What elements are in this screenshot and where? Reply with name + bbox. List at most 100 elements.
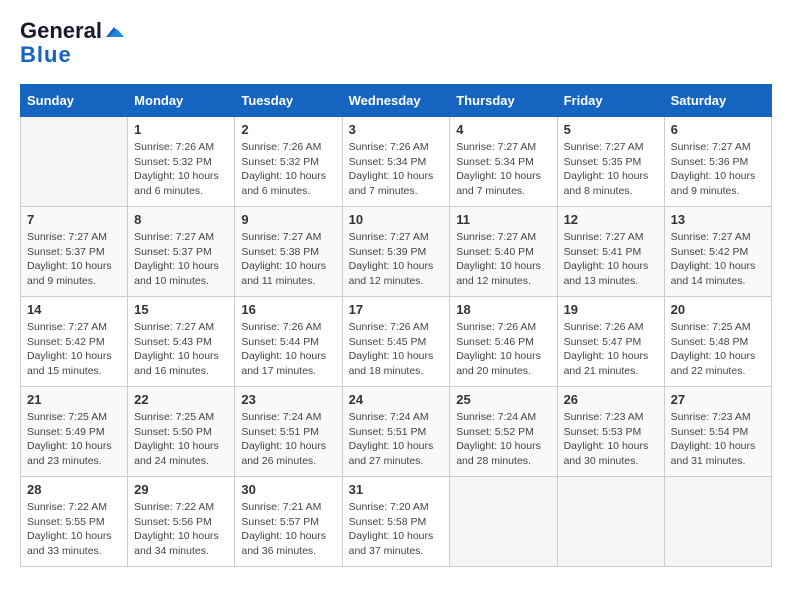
calendar-cell: 20 Sunrise: 7:25 AMSunset: 5:48 PMDayligh… xyxy=(664,297,771,387)
day-number: 21 xyxy=(27,392,121,407)
day-info: Sunrise: 7:27 AMSunset: 5:39 PMDaylight:… xyxy=(349,230,444,289)
calendar-cell: 27Sunrise: 7:23 AMSunset: 5:54 PMDayligh… xyxy=(664,387,771,477)
day-info: Sunrise: 7:25 AMSunset: 5:50 PMDaylight:… xyxy=(134,410,228,469)
calendar-cell: 5 Sunrise: 7:27 AMSunset: 5:35 PMDaylight… xyxy=(557,117,664,207)
calendar-cell: 21 Sunrise: 7:25 AMSunset: 5:49 PMDayligh… xyxy=(21,387,128,477)
calendar-header-row: SundayMondayTuesdayWednesdayThursdayFrid… xyxy=(21,85,772,117)
day-info: Sunrise: 7:27 AMSunset: 5:43 PMDaylight:… xyxy=(134,320,228,379)
day-number: 22 xyxy=(134,392,228,407)
calendar-cell: 26Sunrise: 7:23 AMSunset: 5:53 PMDayligh… xyxy=(557,387,664,477)
day-info: Sunrise: 7:23 AMSunset: 5:53 PMDaylight:… xyxy=(564,410,658,469)
day-info: Sunrise: 7:27 AMSunset: 5:37 PMDaylight:… xyxy=(134,230,228,289)
calendar-cell: 28 Sunrise: 7:22 AMSunset: 5:55 PMDayligh… xyxy=(21,477,128,567)
day-number: 28 xyxy=(27,482,121,497)
day-number: 30 xyxy=(241,482,335,497)
day-info: Sunrise: 7:27 AMSunset: 5:42 PMDaylight:… xyxy=(671,230,765,289)
header-wednesday: Wednesday xyxy=(342,85,450,117)
day-number: 10 xyxy=(349,212,444,227)
day-number: 4 xyxy=(456,122,550,137)
header-tuesday: Tuesday xyxy=(235,85,342,117)
calendar-cell: 8 Sunrise: 7:27 AMSunset: 5:37 PMDaylight… xyxy=(128,207,235,297)
calendar-cell: 29Sunrise: 7:22 AMSunset: 5:56 PMDayligh… xyxy=(128,477,235,567)
calendar-cell: 7Sunrise: 7:27 AMSunset: 5:37 PMDaylight… xyxy=(21,207,128,297)
day-number: 3 xyxy=(349,122,444,137)
day-info: Sunrise: 7:26 AMSunset: 5:44 PMDaylight:… xyxy=(241,320,335,379)
day-info: Sunrise: 7:27 AMSunset: 5:37 PMDaylight:… xyxy=(27,230,121,289)
calendar-cell: 25 Sunrise: 7:24 AMSunset: 5:52 PMDayligh… xyxy=(450,387,557,477)
day-info: Sunrise: 7:25 AMSunset: 5:49 PMDaylight:… xyxy=(27,410,121,469)
calendar-table: SundayMondayTuesdayWednesdayThursdayFrid… xyxy=(20,84,772,567)
header-thursday: Thursday xyxy=(450,85,557,117)
day-info: Sunrise: 7:26 AMSunset: 5:46 PMDaylight:… xyxy=(456,320,550,379)
calendar-cell: 30 Sunrise: 7:21 AMSunset: 5:57 PMDayligh… xyxy=(235,477,342,567)
calendar-week-row: 14 Sunrise: 7:27 AMSunset: 5:42 PMDayligh… xyxy=(21,297,772,387)
day-number: 15 xyxy=(134,302,228,317)
day-info: Sunrise: 7:26 AMSunset: 5:45 PMDaylight:… xyxy=(349,320,444,379)
day-number: 2 xyxy=(241,122,335,137)
calendar-cell: 2Sunrise: 7:26 AMSunset: 5:32 PMDaylight… xyxy=(235,117,342,207)
calendar-cell: 3Sunrise: 7:26 AMSunset: 5:34 PMDaylight… xyxy=(342,117,450,207)
calendar-cell: 6Sunrise: 7:27 AMSunset: 5:36 PMDaylight… xyxy=(664,117,771,207)
calendar-cell xyxy=(664,477,771,567)
day-number: 27 xyxy=(671,392,765,407)
header-friday: Friday xyxy=(557,85,664,117)
header-saturday: Saturday xyxy=(664,85,771,117)
calendar-cell: 9 Sunrise: 7:27 AMSunset: 5:38 PMDaylight… xyxy=(235,207,342,297)
day-info: Sunrise: 7:27 AMSunset: 5:40 PMDaylight:… xyxy=(456,230,550,289)
day-number: 6 xyxy=(671,122,765,137)
calendar-cell: 12Sunrise: 7:27 AMSunset: 5:41 PMDayligh… xyxy=(557,207,664,297)
day-info: Sunrise: 7:27 AMSunset: 5:35 PMDaylight:… xyxy=(564,140,658,199)
calendar-cell xyxy=(21,117,128,207)
day-info: Sunrise: 7:25 AMSunset: 5:48 PMDaylight:… xyxy=(671,320,765,379)
day-number: 16 xyxy=(241,302,335,317)
header-monday: Monday xyxy=(128,85,235,117)
calendar-week-row: 21 Sunrise: 7:25 AMSunset: 5:49 PMDayligh… xyxy=(21,387,772,477)
calendar-cell: 17Sunrise: 7:26 AMSunset: 5:45 PMDayligh… xyxy=(342,297,450,387)
day-info: Sunrise: 7:24 AMSunset: 5:52 PMDaylight:… xyxy=(456,410,550,469)
day-info: Sunrise: 7:27 AMSunset: 5:38 PMDaylight:… xyxy=(241,230,335,289)
calendar-cell xyxy=(557,477,664,567)
day-number: 31 xyxy=(349,482,444,497)
day-number: 5 xyxy=(564,122,658,137)
calendar-cell: 22 Sunrise: 7:25 AMSunset: 5:50 PMDayligh… xyxy=(128,387,235,477)
day-info: Sunrise: 7:27 AMSunset: 5:42 PMDaylight:… xyxy=(27,320,121,379)
logo-blue: Blue xyxy=(20,42,72,68)
calendar-cell: 15 Sunrise: 7:27 AMSunset: 5:43 PMDayligh… xyxy=(128,297,235,387)
calendar-cell: 16 Sunrise: 7:26 AMSunset: 5:44 PMDayligh… xyxy=(235,297,342,387)
day-number: 12 xyxy=(564,212,658,227)
calendar-week-row: 1Sunrise: 7:26 AMSunset: 5:32 PMDaylight… xyxy=(21,117,772,207)
day-info: Sunrise: 7:22 AMSunset: 5:55 PMDaylight:… xyxy=(27,500,121,559)
day-number: 24 xyxy=(349,392,444,407)
logo: General Blue xyxy=(20,20,124,68)
calendar-cell: 4 Sunrise: 7:27 AMSunset: 5:34 PMDaylight… xyxy=(450,117,557,207)
calendar-cell: 19Sunrise: 7:26 AMSunset: 5:47 PMDayligh… xyxy=(557,297,664,387)
page-header: General Blue xyxy=(20,20,772,68)
calendar-week-row: 7Sunrise: 7:27 AMSunset: 5:37 PMDaylight… xyxy=(21,207,772,297)
day-number: 9 xyxy=(241,212,335,227)
day-info: Sunrise: 7:24 AMSunset: 5:51 PMDaylight:… xyxy=(241,410,335,469)
day-number: 23 xyxy=(241,392,335,407)
header-sunday: Sunday xyxy=(21,85,128,117)
calendar-cell: 23 Sunrise: 7:24 AMSunset: 5:51 PMDayligh… xyxy=(235,387,342,477)
day-number: 14 xyxy=(27,302,121,317)
calendar-cell: 14 Sunrise: 7:27 AMSunset: 5:42 PMDayligh… xyxy=(21,297,128,387)
day-number: 8 xyxy=(134,212,228,227)
calendar-cell: 10 Sunrise: 7:27 AMSunset: 5:39 PMDayligh… xyxy=(342,207,450,297)
day-info: Sunrise: 7:27 AMSunset: 5:34 PMDaylight:… xyxy=(456,140,550,199)
calendar-cell: 11 Sunrise: 7:27 AMSunset: 5:40 PMDayligh… xyxy=(450,207,557,297)
day-number: 19 xyxy=(564,302,658,317)
calendar-cell xyxy=(450,477,557,567)
calendar-cell: 13Sunrise: 7:27 AMSunset: 5:42 PMDayligh… xyxy=(664,207,771,297)
calendar-cell: 18Sunrise: 7:26 AMSunset: 5:46 PMDayligh… xyxy=(450,297,557,387)
calendar-cell: 31 Sunrise: 7:20 AMSunset: 5:58 PMDayligh… xyxy=(342,477,450,567)
day-number: 25 xyxy=(456,392,550,407)
day-number: 20 xyxy=(671,302,765,317)
logo-text: General xyxy=(20,20,124,42)
day-number: 11 xyxy=(456,212,550,227)
day-info: Sunrise: 7:20 AMSunset: 5:58 PMDaylight:… xyxy=(349,500,444,559)
day-info: Sunrise: 7:21 AMSunset: 5:57 PMDaylight:… xyxy=(241,500,335,559)
calendar-cell: 1Sunrise: 7:26 AMSunset: 5:32 PMDaylight… xyxy=(128,117,235,207)
calendar-week-row: 28 Sunrise: 7:22 AMSunset: 5:55 PMDayligh… xyxy=(21,477,772,567)
day-number: 29 xyxy=(134,482,228,497)
day-info: Sunrise: 7:24 AMSunset: 5:51 PMDaylight:… xyxy=(349,410,444,469)
